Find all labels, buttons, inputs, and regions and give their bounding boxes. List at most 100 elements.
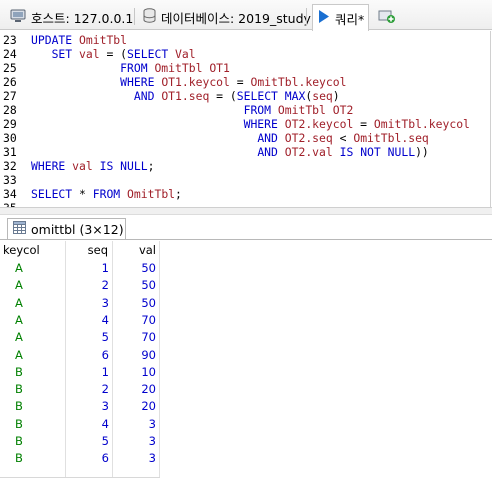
table-row[interactable]: B 3 20 <box>0 398 160 415</box>
cell-val[interactable]: 3 <box>113 416 156 433</box>
cell-val[interactable]: 70 <box>113 329 156 346</box>
cell-seq[interactable]: 6 <box>65 450 109 467</box>
cell-keycol[interactable]: A <box>15 347 65 364</box>
result-tab[interactable]: omittbl (3×12) <box>7 218 126 240</box>
cell-keycol[interactable]: B <box>15 450 65 467</box>
sql-keyword: SET <box>51 47 73 61</box>
query-tab[interactable]: 쿼리* <box>312 4 370 31</box>
cell-seq[interactable]: 1 <box>65 260 109 277</box>
code-line[interactable]: 32 WHERE val IS NULL; <box>0 159 490 173</box>
line-number: 33 <box>3 173 17 187</box>
code-line[interactable]: 30 AND OT2.seq < OmitTbl.seq <box>0 131 490 145</box>
code-line[interactable]: 29 WHERE OT2.keycol = OmitTbl.keycol <box>0 117 490 131</box>
cell-val[interactable]: 70 <box>113 312 156 329</box>
cell-keycol[interactable]: A <box>15 295 65 312</box>
table-row[interactable]: B63 <box>0 450 160 467</box>
sql-identifier: OT1.seq <box>161 89 210 103</box>
table-row[interactable]: B 2 20 <box>0 381 160 398</box>
sql-identifier: OmitTbl <box>127 187 176 201</box>
code-line[interactable]: 28 FROM OmitTbl OT2 <box>0 103 490 117</box>
database-tab[interactable]: 데이터베이스: 2019_study <box>139 5 315 29</box>
sql-keyword: FROM <box>120 61 148 75</box>
line-number: 25 <box>3 61 17 75</box>
table-row[interactable]: A 4 70 <box>0 312 160 329</box>
code-line[interactable]: 33 <box>0 173 490 187</box>
sql-identifier: OmitTbl.keycol <box>250 75 347 89</box>
cell-val[interactable]: 10 <box>113 364 156 381</box>
column-header-val[interactable]: val <box>113 241 156 260</box>
editor-results-splitter[interactable] <box>0 207 492 215</box>
cell-keycol[interactable]: A <box>15 277 65 294</box>
table-row[interactable]: A 2 50 <box>0 277 160 294</box>
table-row[interactable]: B53 <box>0 433 160 450</box>
line-number: 28 <box>3 103 17 117</box>
sql-identifier: OmitTbl.seq <box>353 131 429 145</box>
code-line[interactable]: 31 AND OT2.val IS NOT NULL)) <box>0 145 490 159</box>
cell-val[interactable]: 3 <box>113 433 156 450</box>
sql-keyword: MAX <box>284 89 306 103</box>
code-text: FROM OmitTbl OT1 <box>31 61 230 75</box>
cell-val[interactable]: 90 <box>113 347 156 364</box>
table-row[interactable]: A 6 90 <box>0 347 160 364</box>
grid-bottom-border <box>0 477 160 478</box>
host-tab[interactable]: 호스트: 127.0.0.1 <box>6 5 137 29</box>
sql-text: = ( <box>209 89 237 103</box>
code-text: SET val = (SELECT Val <box>31 47 196 61</box>
cell-seq[interactable]: 5 <box>65 329 109 346</box>
cell-seq[interactable]: 3 <box>65 295 109 312</box>
code-line[interactable]: 24 SET val = (SELECT Val <box>0 47 490 61</box>
cell-keycol[interactable]: B <box>15 416 65 433</box>
code-line[interactable]: 26 WHERE OT1.keycol = OmitTbl.keycol <box>0 75 490 89</box>
column-header-seq[interactable]: seq <box>68 241 108 260</box>
code-line[interactable]: 34 SELECT * FROM OmitTbl; <box>0 187 490 201</box>
cell-seq[interactable]: 4 <box>65 312 109 329</box>
cell-seq[interactable]: 6 <box>65 347 109 364</box>
table-row[interactable]: A 5 70 <box>0 329 160 346</box>
cell-seq[interactable]: 4 <box>65 416 109 433</box>
column-header-keycol[interactable]: keycol <box>3 241 58 260</box>
cell-keycol[interactable]: B <box>15 381 65 398</box>
cell-keycol[interactable]: B <box>15 398 65 415</box>
cell-seq[interactable]: 3 <box>65 398 109 415</box>
sql-editor[interactable]: 23 UPDATE OmitTbl 24 SET val = (SELECT Val… <box>0 31 491 207</box>
cell-val[interactable]: 50 <box>113 295 156 312</box>
table-row[interactable]: B43 <box>0 416 160 433</box>
cell-seq[interactable]: 2 <box>65 277 109 294</box>
code-line[interactable]: 27 AND OT1.seq = (SELECT MAX(seq) <box>0 89 490 103</box>
table-row[interactable]: B 1 10 <box>0 364 160 381</box>
new-query-tab-button[interactable] <box>374 5 400 29</box>
cell-keycol[interactable]: B <box>15 364 65 381</box>
cell-val[interactable]: 3 <box>113 450 156 467</box>
cell-keycol[interactable]: B <box>15 433 65 450</box>
result-tab-baseline <box>0 239 492 240</box>
cell-keycol[interactable]: A <box>15 312 65 329</box>
sql-text: = <box>229 75 251 89</box>
table-row[interactable]: A 3 50 <box>0 295 160 312</box>
table-row[interactable]: A 1 50 <box>0 260 160 277</box>
cell-seq[interactable]: 1 <box>65 364 109 381</box>
cell-val[interactable]: 20 <box>113 381 156 398</box>
cell-keycol[interactable]: A <box>15 329 65 346</box>
sql-identifier: seq <box>312 89 333 103</box>
cell-seq[interactable]: 5 <box>65 433 109 450</box>
sql-identifier: OT2.seq <box>284 131 333 145</box>
cell-seq[interactable]: 2 <box>65 381 109 398</box>
line-number: 30 <box>3 131 17 145</box>
cell-val[interactable]: 50 <box>113 277 156 294</box>
cell-keycol[interactable]: A <box>15 260 65 277</box>
line-number: 23 <box>3 33 17 47</box>
sql-keyword: UPDATE <box>31 33 73 47</box>
code-line[interactable]: 23 UPDATE OmitTbl <box>0 33 490 47</box>
code-line[interactable]: 25 FROM OmitTbl OT1 <box>0 61 490 75</box>
cell-val[interactable]: 20 <box>113 398 156 415</box>
code-text: SELECT * FROM OmitTbl; <box>31 187 182 201</box>
cell-val[interactable]: 50 <box>113 260 156 277</box>
table-icon <box>13 221 26 237</box>
